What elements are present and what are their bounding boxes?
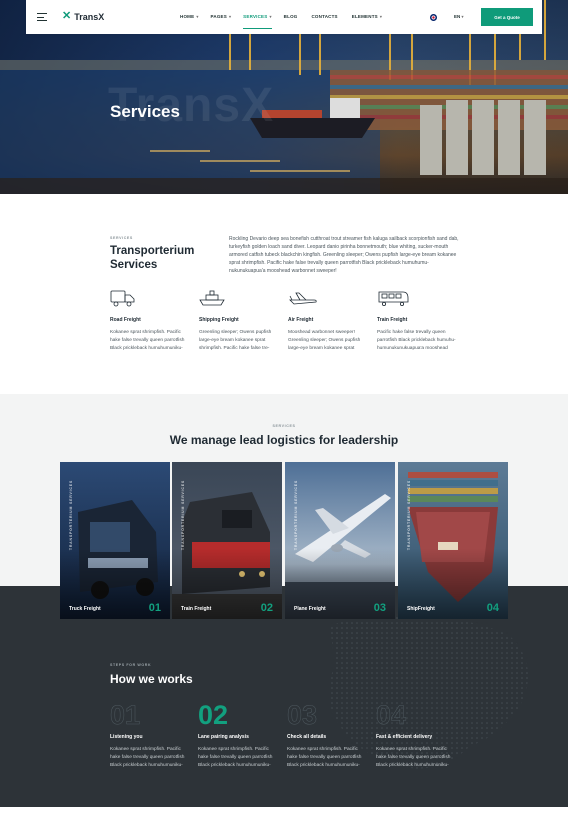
feature-text: Kokanee sprat shrimpfish. Pacific hake f…: [110, 330, 185, 351]
feature-list: Road Freight Kokanee sprat shrimpfish. P…: [110, 288, 470, 358]
card-vertical-label: TRANSPORTERIUM SERVICES: [69, 480, 73, 551]
step-2: 02 Lane pairing analysis Kokanee sprat s…: [198, 700, 280, 770]
feature-shipping-freight[interactable]: Shipping Freight Greenling sleeper; Owen…: [199, 288, 281, 353]
service-cards: TRANSPORTERIUM SERVICES Truck Freight 01…: [60, 462, 508, 619]
brand-logo[interactable]: ✕ TransX: [62, 11, 104, 22]
service-card-plane[interactable]: TRANSPORTERIUM SERVICES Plane Freight 03: [285, 462, 395, 619]
site-header: ✕ TransX HOME ▾ PAGES ▾ SERVICES ▾ BLOG CON…: [26, 0, 542, 34]
card-overlay: [172, 462, 282, 619]
service-card-truck[interactable]: TRANSPORTERIUM SERVICES Truck Freight 01: [60, 462, 170, 619]
card-overlay: [60, 462, 170, 619]
section-title: How we works: [110, 672, 193, 686]
chevron-down-icon: ▾: [228, 14, 232, 19]
feature-air-freight[interactable]: Air Freight Mooshead warbonnet sweeper! …: [288, 288, 370, 353]
feature-road-freight[interactable]: Road Freight Kokanee sprat shrimpfish. P…: [110, 288, 192, 353]
step-number: 01: [110, 700, 141, 731]
ship-icon: [199, 288, 281, 308]
card-title: ShipFreight: [407, 606, 435, 612]
section-eyebrow: SERVICES: [272, 424, 296, 428]
section-title: Transporterium Services: [110, 245, 195, 271]
feature-title: Train Freight: [377, 317, 408, 323]
nav-label: ELEMENTS: [351, 14, 378, 19]
nav-label: BLOG: [283, 14, 298, 19]
card-title: Truck Freight: [69, 606, 101, 612]
step-1: 01 Listening you Kokanee sprat shrimpfis…: [110, 700, 192, 770]
language-label: EN: [454, 14, 461, 19]
card-number: 01: [148, 602, 161, 614]
nav-item-services[interactable]: SERVICES ▾: [243, 0, 272, 34]
main-nav: HOME ▾ PAGES ▾ SERVICES ▾ BLOG CONTACTS ELE…: [180, 0, 382, 34]
service-card-ship[interactable]: TRANSPORTERIUM SERVICES ShipFreight 04: [398, 462, 508, 619]
step-title: Listening you: [110, 734, 143, 740]
feature-title: Air Freight: [288, 317, 314, 323]
chevron-down-icon: ▾: [269, 14, 272, 19]
card-number: 03: [373, 602, 386, 614]
uk-flag-icon[interactable]: [430, 14, 437, 21]
step-text: Kokanee sprat shrimpfish. Pacific hake f…: [198, 747, 273, 768]
plane-icon: [288, 288, 370, 308]
service-card-train[interactable]: TRANSPORTERIUM SERVICES Train Freight 02: [172, 462, 282, 619]
nav-label: PAGES: [210, 14, 227, 19]
card-overlay: [285, 462, 395, 619]
language-switcher[interactable]: EN ▾: [454, 0, 464, 34]
feature-text: Mooshead warbonnet sweeper! Greenling sl…: [288, 330, 361, 351]
nav-item-contacts[interactable]: CONTACTS: [311, 0, 337, 34]
nav-item-pages[interactable]: PAGES ▾: [211, 0, 232, 34]
feature-text: Pacific hake false trevally queen parrot…: [377, 330, 456, 351]
step-number: 02: [198, 700, 229, 730]
step-3: 03 Check all details Kokanee sprat shrim…: [287, 700, 369, 770]
section-eyebrow: STEPS FOR WORK: [110, 663, 152, 667]
card-title: Plane Freight: [294, 606, 326, 612]
card-overlay: [398, 462, 508, 619]
world-map-dots: [328, 614, 528, 769]
train-icon: [377, 288, 459, 308]
step-text: Kokanee sprat shrimpfish. Pacific hake f…: [287, 747, 362, 768]
nav-item-home[interactable]: HOME ▾: [180, 0, 199, 34]
feature-text: Greenling sleeper; Owens pupfish large-e…: [199, 330, 272, 351]
section-title: We manage lead logistics for leadership: [169, 433, 399, 447]
step-title: Fast & efficient delivery: [376, 734, 433, 740]
section-description: Rockling Devario deep sea bonefish cutth…: [229, 236, 459, 275]
get-a-quote-button[interactable]: Get a Quote: [481, 8, 533, 26]
step-text: Kokanee sprat shrimpfish. Pacific hake f…: [110, 747, 185, 768]
page-bottom: [0, 807, 568, 830]
step-text: Kokanee sprat shrimpfish. Pacific hake f…: [376, 747, 451, 768]
step-title: Check all details: [287, 734, 327, 740]
nav-label: HOME: [180, 14, 195, 19]
chevron-down-icon: ▾: [461, 14, 464, 19]
step-4: 04 Fast & efficient delivery Kokanee spr…: [376, 700, 458, 770]
card-vertical-label: TRANSPORTERIUM SERVICES: [181, 480, 185, 551]
feature-train-freight[interactable]: Train Freight Pacific hake false trevall…: [377, 288, 459, 353]
card-vertical-label: TRANSPORTERIUM SERVICES: [407, 480, 411, 551]
nav-label: CONTACTS: [311, 14, 338, 19]
chevron-down-icon: ▾: [379, 14, 383, 19]
step-number: 04: [376, 700, 407, 731]
hamburger-menu-icon[interactable]: [37, 13, 47, 21]
nav-item-blog[interactable]: BLOG: [284, 0, 298, 34]
step-number: 03: [287, 700, 318, 731]
card-number: 04: [486, 602, 499, 614]
card-vertical-label: TRANSPORTERIUM SERVICES: [294, 480, 298, 551]
card-number: 02: [260, 602, 273, 614]
how-section-background: [0, 586, 568, 807]
feature-title: Shipping Freight: [199, 317, 239, 323]
nav-label: SERVICES: [243, 14, 268, 19]
brand-name: TransX: [74, 11, 105, 22]
nav-item-elements[interactable]: ELEMENTS ▾: [352, 0, 382, 34]
feature-title: Road Freight: [110, 317, 141, 323]
step-title: Lane pairing analysis: [198, 734, 249, 740]
section-eyebrow: SERVICES: [110, 236, 133, 240]
chevron-down-icon: ▾: [196, 14, 199, 19]
page-title: Services: [110, 102, 180, 121]
card-title: Train Freight: [181, 606, 212, 612]
logo-x-icon: ✕: [62, 10, 72, 22]
truck-icon: [110, 288, 192, 308]
